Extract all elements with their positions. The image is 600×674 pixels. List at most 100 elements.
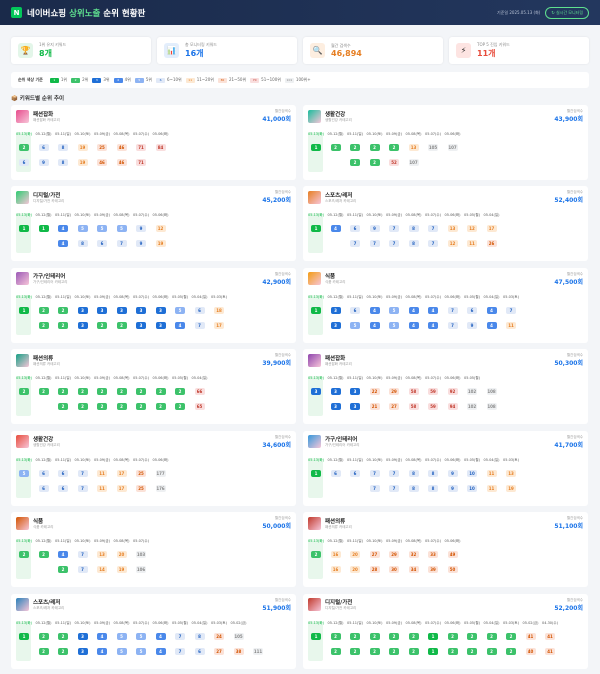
rank-cell: 4	[58, 240, 68, 248]
rank-cell: 14	[97, 566, 107, 574]
keyword-card[interactable]: 패션의류 패션의류 카테고리 월간검색수 39,900회 05.13(화) 05.12(월…	[11, 349, 296, 425]
realtime-monitor-button[interactable]: ↻ 실시간 모니터링	[545, 6, 589, 19]
card-subtitle: 식품 카테고리	[33, 524, 54, 529]
today-column-highlight	[16, 294, 31, 335]
card-volume: 월간검색수 45,200회	[262, 190, 291, 204]
date-header: 05.07(수)	[425, 620, 441, 625]
rank-cell: 19	[155, 240, 166, 248]
rank-cell: 2	[350, 159, 360, 166]
date-header: 05.10(토)	[366, 457, 383, 462]
date-header: 05.08(목)	[113, 132, 130, 136]
rank-cell: 6	[38, 144, 49, 151]
rank-cell: 2	[97, 403, 107, 411]
rank-cell: 1	[311, 144, 321, 151]
date-header: 05.11(일)	[347, 294, 363, 299]
rank-cell: 1	[38, 225, 49, 233]
rank-cell: 19	[77, 144, 88, 151]
rank-cell: 3	[311, 388, 321, 396]
rank-cell: 25	[136, 469, 146, 477]
rank-cell: 17	[116, 469, 127, 477]
date-header: 05.02(금)	[230, 620, 247, 625]
keyword-card[interactable]: 식품 식품 카테고리 월간검색수 47,500회 05.13(화) 05.12(월) 05.…	[303, 267, 588, 343]
rank-cell: 4	[58, 225, 68, 233]
date-header: 05.03(토)	[211, 294, 227, 299]
date-header: 05.09(금)	[386, 213, 402, 218]
rank-cell: 8	[408, 484, 419, 492]
keyword-card[interactable]: 가구/인테리어 가구/인테리어 카테고리 월간검색수 42,900회 05.13(화) 0…	[11, 267, 296, 343]
rank-cell: 4	[408, 321, 419, 329]
card-volume: 월간검색수 52,400회	[554, 190, 583, 204]
rank-cell: 7	[389, 240, 399, 248]
today-column-highlight	[16, 213, 31, 254]
keyword-card[interactable]: 스포츠/레저 스포츠/레저 카테고리 월간검색수 52,400회 05.13(화) 05.…	[303, 186, 588, 262]
rank-cell: 3	[77, 321, 88, 329]
rank-cell: 9	[369, 225, 380, 233]
rank-cell: 7	[350, 240, 360, 248]
keyword-card[interactable]: 디지털/가전 디지털/가전 카테고리 월간검색수 45,200회 05.13(화) 05.…	[11, 186, 296, 262]
rank-cell: 58	[408, 403, 419, 411]
keyword-card[interactable]: 가구/인테리어 가구/인테리어 카테고리 월간검색수 41,700회 05.13(화) 0…	[303, 430, 588, 506]
date-header: 05.12(월)	[327, 213, 344, 218]
card-header: 스포츠/레저 스포츠/레저 카테고리 월간검색수 51,900회	[16, 598, 291, 612]
date-header: 05.09(금)	[94, 457, 110, 462]
date-header: 05.13(화)	[16, 539, 32, 544]
card-title: 식품	[33, 518, 44, 525]
card-title: 생활건강	[325, 111, 346, 118]
date-header: 05.05(월)	[464, 620, 480, 625]
date-header: 05.13(화)	[308, 294, 324, 299]
date-header: 05.12(월)	[35, 132, 52, 136]
rank-cell: 2	[155, 388, 166, 396]
rank-cell: 7	[77, 566, 88, 574]
rank-cell: 2	[330, 632, 341, 640]
rank-cell: 2	[447, 647, 458, 655]
card-title: 생활건강	[33, 437, 54, 444]
keyword-card[interactable]: 디지털/가전 디지털/가전 카테고리 월간검색수 52,200회 05.13(화) 05.…	[303, 593, 588, 669]
card-subtitle: 패션의류 카테고리	[33, 361, 60, 366]
rank-cell: 8	[428, 469, 438, 477]
rank-cell: 92	[447, 388, 458, 396]
rank-cell: 6	[38, 469, 49, 477]
keyword-card[interactable]: 생활건강 생활건강 카테고리 월간검색수 34,600회 05.13(화) 05.12(월…	[11, 430, 296, 506]
keyword-card[interactable]: 패션잡화 패션잡화 카테고리 월간검색수 41,000회 05.13(화) 05.12(월…	[11, 105, 296, 180]
card-subtitle: 스포츠/레저 카테고리	[325, 198, 357, 203]
card-title: 디지털/가전	[325, 600, 353, 607]
rank-cell: 105	[428, 144, 438, 151]
legend-swatch: 5	[134, 77, 144, 83]
legend-title: 순위 색상 기준	[18, 77, 43, 82]
rank-cell: 2	[369, 647, 380, 655]
today-column-highlight	[308, 457, 323, 498]
rank-cell: 27	[214, 647, 224, 655]
keyword-card[interactable]: 패션의류 패션의류 카테고리 월간검색수 51,100회 05.13(화) 05.12(월…	[303, 512, 588, 588]
date-header: 05.12(월)	[35, 213, 52, 218]
rank-cell: 2	[389, 647, 399, 655]
card-subtitle: 가구/인테리어 카테고리	[33, 280, 68, 285]
date-header: 05.04(일)	[483, 620, 500, 625]
rank-cell: 28	[369, 566, 380, 574]
rank-cell: 3	[155, 321, 166, 329]
rank-cell: 2	[58, 632, 68, 640]
date-header: 05.13(화)	[308, 539, 324, 544]
rank-cell: 2	[389, 144, 399, 151]
rank-cell: 7	[194, 321, 205, 329]
rank-cell: 2	[136, 403, 146, 411]
rank-cell: 11	[97, 484, 107, 492]
keyword-card[interactable]: 패션잡화 패션잡화 카테고리 월간검색수 50,300회 05.13(화) 05.12(월…	[303, 349, 588, 425]
legend-swatch: 70	[250, 77, 260, 83]
rank-cell: 2	[38, 632, 49, 640]
rank-cell: 2	[19, 551, 29, 559]
rank-cell: 38	[233, 647, 244, 655]
volume-value: 42,900회	[262, 278, 291, 286]
keyword-card[interactable]: 생활건강 생활건강 카테고리 월간검색수 43,900회 05.13(화) 05.12(월…	[303, 105, 588, 180]
keyword-card[interactable]: 스포츠/레저 스포츠/레저 카테고리 월간검색수 51,900회 05.13(화) 05.…	[11, 593, 296, 669]
rank-cell: 6	[194, 647, 205, 655]
card-subtitle: 스포츠/레저 카테고리	[33, 606, 65, 611]
rank-cell: 33	[428, 551, 438, 559]
rank-cell: 111	[253, 647, 263, 655]
date-header: 05.07(수)	[133, 457, 149, 462]
rank-cell: 2	[350, 144, 360, 151]
rank-cell: 6	[350, 225, 360, 233]
keyword-card[interactable]: 식품 식품 카테고리 월간검색수 50,000회 05.13(화) 05.12(월) 05.…	[11, 512, 296, 588]
rank-cell: 2	[19, 144, 29, 151]
rank-cell: 2	[467, 632, 477, 640]
stats-row: 🏆 1위 유지 키워드 8개 📊 총 모니터링 키워드 16개 🔍 월간 검색수 46,894 ⚡…	[0, 25, 600, 70]
